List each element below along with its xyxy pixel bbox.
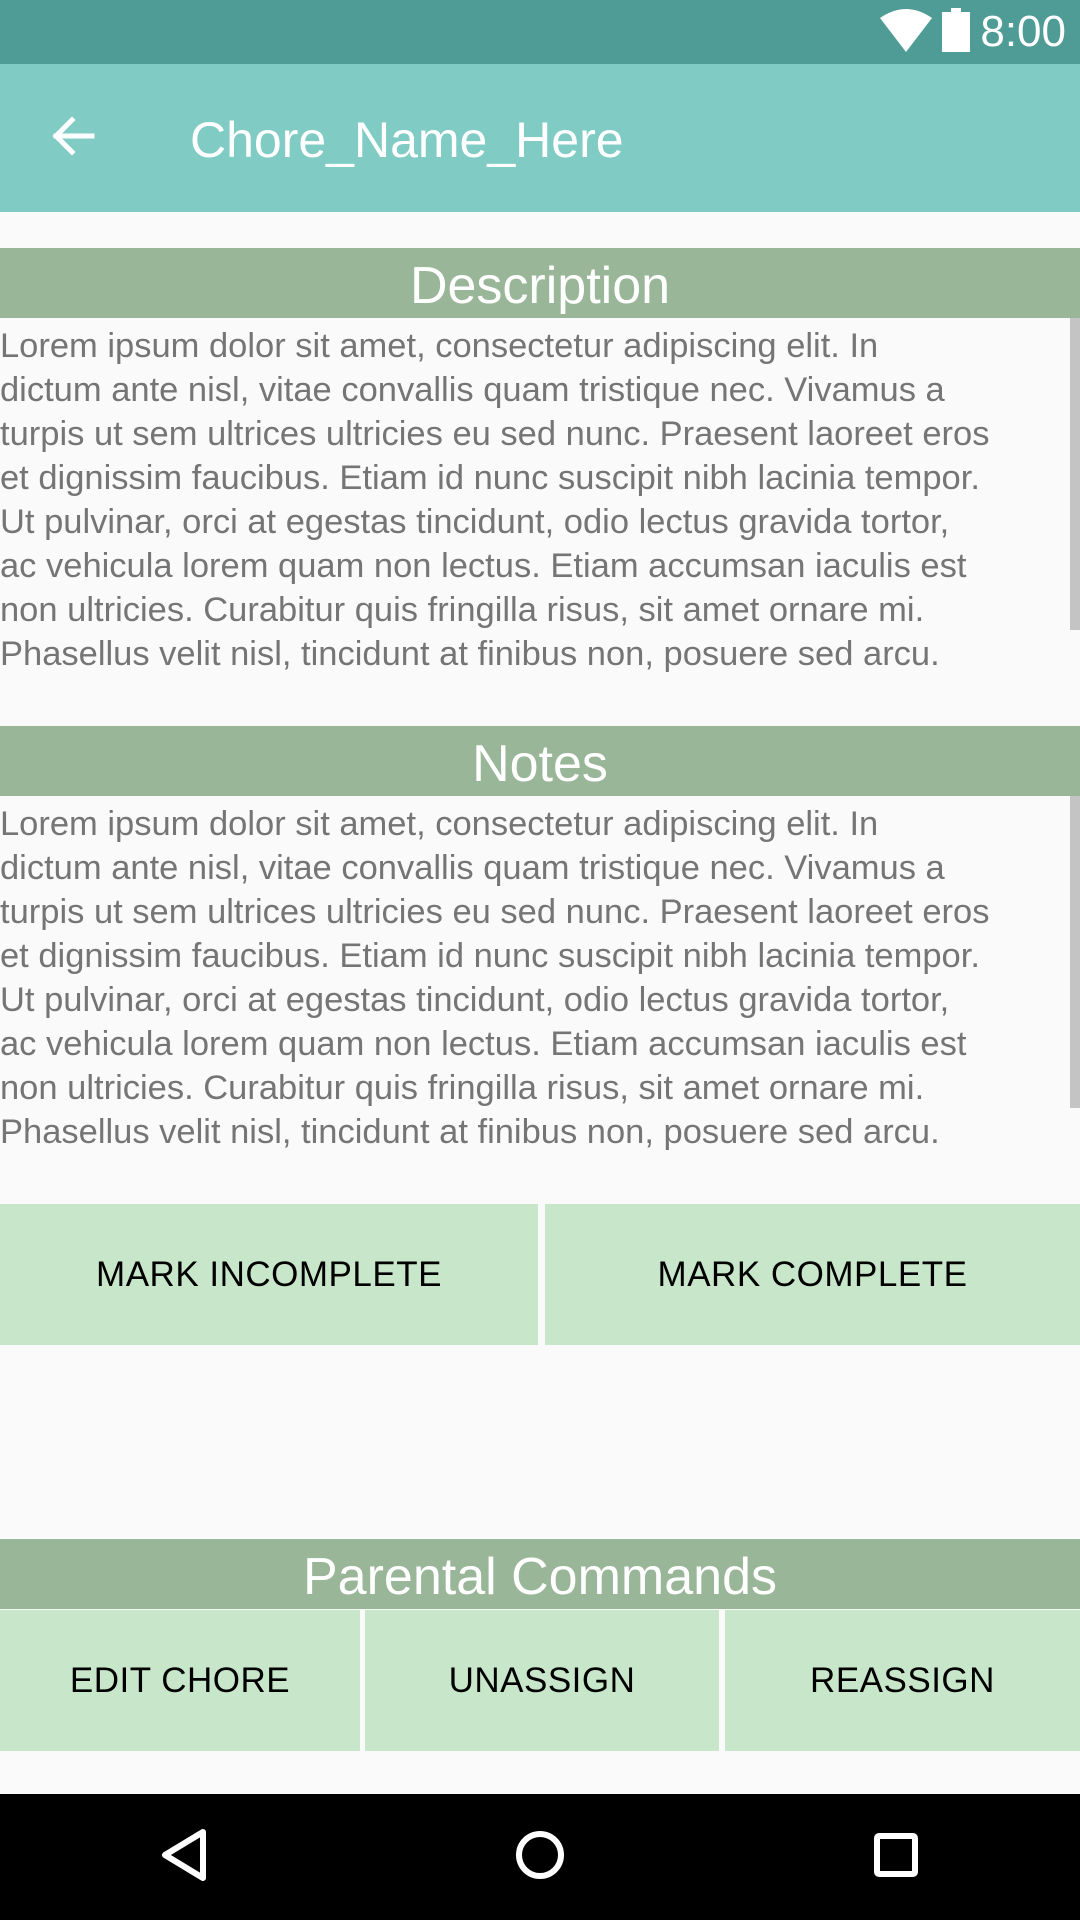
notes-line: ac vehicula lorem quam non lectus. Etiam… <box>0 1025 967 1063</box>
back-triangle-icon <box>159 1828 207 1887</box>
notes-text[interactable]: Lorem ipsum dolor sit amet, consectetur … <box>0 802 1078 1156</box>
description-line: Lorem ipsum dolor sit amet, consectetur … <box>0 327 879 365</box>
description-line: Ut pulvinar, orci at egestas tincidunt, … <box>0 503 950 541</box>
notes-line: dictum ante nisl, vitae convallis quam t… <box>0 849 945 887</box>
parental-commands-header: Parental Commands <box>0 1539 1080 1609</box>
notes-header: Notes <box>0 726 1080 796</box>
description-line: turpis ut sem ultrices ultricies eu sed … <box>0 415 990 453</box>
mark-incomplete-button[interactable]: MARK INCOMPLETE <box>0 1204 538 1345</box>
description-line: ac vehicula lorem quam non lectus. Etiam… <box>0 547 967 585</box>
description-line: et dignissim faucibus. Etiam id nunc sus… <box>0 459 980 497</box>
nav-back-button[interactable] <box>138 1822 228 1892</box>
nav-home-button[interactable] <box>495 1822 585 1892</box>
status-icons: 8:00 <box>880 6 1066 58</box>
description-scrollbar[interactable] <box>1070 318 1080 630</box>
description-line: non ultricies. Curabitur quis fringilla … <box>0 591 925 629</box>
page-title: Chore_Name_Here <box>190 112 624 168</box>
notes-line: et dignissim faucibus. Etiam id nunc sus… <box>0 937 980 975</box>
mark-complete-button[interactable]: MARK COMPLETE <box>545 1204 1080 1345</box>
description-header: Description <box>0 248 1080 318</box>
battery-icon <box>942 7 971 57</box>
home-circle-icon <box>514 1829 566 1886</box>
notes-line: Ut pulvinar, orci at egestas tincidunt, … <box>0 981 950 1019</box>
notes-line: Lorem ipsum dolor sit amet, consectetur … <box>0 805 879 843</box>
notes-line: Phasellus velit nisl, tincidunt at finib… <box>0 1113 940 1151</box>
notes-line: turpis ut sem ultrices ultricies eu sed … <box>0 893 990 931</box>
nav-recents-button[interactable] <box>851 1822 941 1892</box>
status-time: 8:00 <box>980 7 1066 56</box>
edit-chore-button[interactable]: EDIT CHORE <box>0 1610 360 1751</box>
back-button[interactable] <box>40 106 104 170</box>
recents-square-icon <box>873 1832 919 1883</box>
navigation-bar <box>0 1794 1080 1920</box>
notes-line: non ultricies. Curabitur quis fringilla … <box>0 1069 925 1107</box>
arrow-back-icon <box>48 112 96 165</box>
description-line: dictum ante nisl, vitae convallis quam t… <box>0 371 945 409</box>
notes-scrollbar[interactable] <box>1070 796 1080 1108</box>
wifi-icon <box>880 8 933 57</box>
app-bar: Chore_Name_Here <box>0 64 1080 212</box>
reassign-button[interactable]: REASSIGN <box>725 1610 1080 1751</box>
description-text[interactable]: Lorem ipsum dolor sit amet, consectetur … <box>0 324 1078 678</box>
description-line: Phasellus velit nisl, tincidunt at finib… <box>0 635 940 673</box>
unassign-button[interactable]: UNASSIGN <box>365 1610 719 1751</box>
status-bar: 8:00 <box>0 0 1080 64</box>
